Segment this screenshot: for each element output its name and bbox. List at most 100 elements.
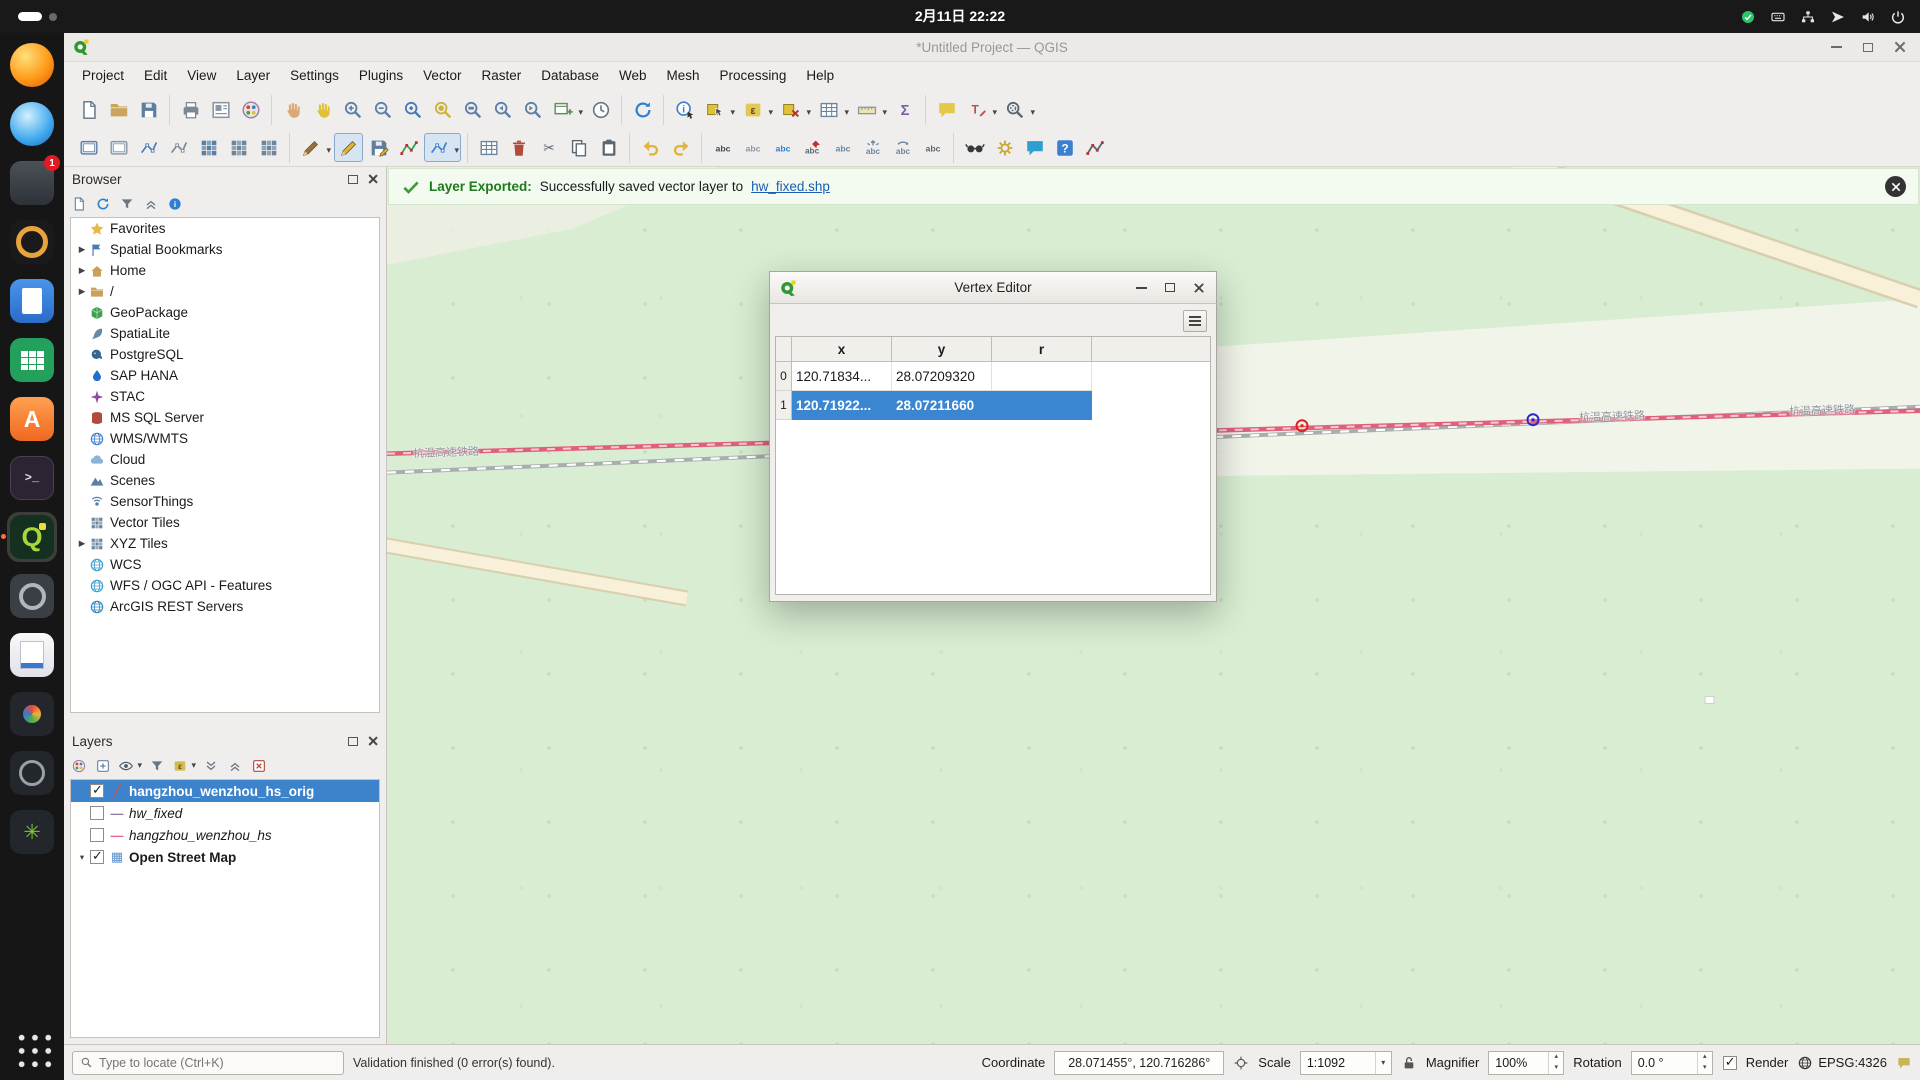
menu-item[interactable]: Settings (280, 62, 349, 90)
document-app[interactable] (7, 276, 57, 326)
layer-diagram-options[interactable] (738, 133, 767, 162)
magnifier-value[interactable]: 100% (1489, 1052, 1548, 1074)
show-applications-button[interactable] (12, 1028, 52, 1068)
volume-icon[interactable] (1860, 9, 1876, 25)
firefox[interactable] (7, 40, 57, 90)
measure[interactable] (852, 95, 889, 124)
messages-log-icon[interactable] (1896, 1055, 1912, 1071)
workspace-indicator[interactable] (18, 12, 57, 21)
float-panel-button[interactable] (348, 175, 358, 184)
spin-down-icon[interactable]: ▾ (1549, 1063, 1563, 1074)
menu-item[interactable]: Help (796, 62, 844, 90)
coordinate-input[interactable] (1054, 1051, 1224, 1075)
maximize-button[interactable] (1162, 280, 1178, 296)
menu-item[interactable]: Database (531, 62, 609, 90)
layer-visibility-checkbox[interactable] (90, 784, 104, 798)
render-toggle[interactable]: Render (1722, 1055, 1789, 1070)
extent-tracking-icon[interactable] (1233, 1055, 1249, 1071)
browser-item[interactable]: WMS/WMTS (71, 428, 379, 449)
statistical-summary[interactable] (890, 95, 919, 124)
maximize-button[interactable] (1860, 39, 1876, 55)
qgis[interactable]: Q (7, 512, 57, 562)
browser-item[interactable]: SpatiaLite (71, 323, 379, 344)
avoid-overlap[interactable] (254, 133, 283, 162)
select-by-expression[interactable] (738, 95, 775, 124)
menu-item[interactable]: Layer (226, 62, 280, 90)
vertex-row[interactable]: 0 120.71834... 28.07209320 (776, 362, 1210, 391)
open-project[interactable] (104, 95, 133, 124)
close-message-button[interactable] (1885, 176, 1906, 197)
network-icon[interactable] (1800, 9, 1816, 25)
undo[interactable] (636, 133, 665, 162)
browser-item[interactable]: STAC (71, 386, 379, 407)
crs-indicator[interactable]: EPSG:4326 (1797, 1055, 1887, 1071)
highlight-pinned-labels[interactable] (768, 133, 797, 162)
vertex-x-cell[interactable]: 120.71834... (792, 362, 892, 391)
digitize-with-segment[interactable] (134, 133, 163, 162)
rotation-spinbox[interactable]: 0.0 ° ▴▾ (1631, 1051, 1713, 1075)
close-panel-button[interactable] (368, 736, 378, 746)
expand-arrow-icon[interactable]: ▶ (75, 244, 89, 255)
browser-item[interactable]: Cloud (71, 449, 379, 470)
browser-item[interactable]: SensorThings (71, 491, 379, 512)
success-check-icon[interactable] (1740, 9, 1756, 25)
zoom-in[interactable] (338, 95, 367, 124)
layer-item[interactable]: — hw_fixed (71, 802, 379, 824)
current-edits[interactable] (296, 133, 333, 162)
cut-features[interactable] (534, 133, 563, 162)
expand-arrow-icon[interactable]: ▶ (75, 538, 89, 549)
vertex-tool-all-layers[interactable] (424, 133, 461, 162)
modify-attributes[interactable] (474, 133, 503, 162)
collapse-all-layers[interactable] (224, 755, 246, 777)
chevron-down-icon[interactable]: ▾ (1375, 1052, 1391, 1074)
browser-item[interactable]: WFS / OGC API - Features (71, 575, 379, 596)
zoom-to-selection[interactable] (428, 95, 457, 124)
collapse-all[interactable] (140, 193, 162, 215)
vertex-r-cell[interactable] (992, 362, 1092, 391)
layer-item[interactable]: ▾ ▦ Open Street Map (71, 846, 379, 868)
photos-app[interactable] (7, 689, 57, 739)
remove-layer[interactable] (248, 755, 270, 777)
new-map-view[interactable] (548, 95, 585, 124)
menu-item[interactable]: Processing (710, 62, 797, 90)
quickosm[interactable] (1020, 133, 1049, 162)
blue-orb-app[interactable] (7, 99, 57, 149)
layer-visibility-checkbox[interactable] (90, 806, 104, 820)
layer-item[interactable]: — hangzhou_wenzhou_hs (71, 824, 379, 846)
browser-item[interactable]: ▶ Spatial Bookmarks (71, 239, 379, 260)
scale-value[interactable]: 1:1092 (1301, 1056, 1375, 1070)
browser-item[interactable]: Scenes (71, 470, 379, 491)
advanced-digitizing-toolbar[interactable] (74, 133, 103, 162)
menu-item[interactable]: Raster (471, 62, 531, 90)
select-features[interactable] (700, 95, 737, 124)
render-checkbox[interactable] (1723, 1056, 1737, 1070)
panel-splitter[interactable] (64, 719, 386, 729)
browser-item[interactable]: Favorites (71, 218, 379, 239)
save-layer-edits[interactable] (364, 133, 393, 162)
browser-item[interactable]: MS SQL Server (71, 407, 379, 428)
vertex-y-cell[interactable]: 28.07211660 (892, 391, 992, 420)
browser-item[interactable]: PostgreSQL (71, 344, 379, 365)
zoom-full[interactable] (398, 95, 427, 124)
close-panel-button[interactable] (368, 174, 378, 184)
vertex-editor-titlebar[interactable]: Vertex Editor (770, 272, 1216, 304)
zoom-last[interactable] (488, 95, 517, 124)
help-contents[interactable] (1050, 133, 1079, 162)
close-button[interactable] (1892, 39, 1908, 55)
browser-item[interactable]: SAP HANA (71, 365, 379, 386)
move-label[interactable] (858, 133, 887, 162)
browser-item[interactable]: ▶ / (71, 281, 379, 302)
vertex-editor-menu-button[interactable] (1183, 310, 1207, 332)
ring-app[interactable] (7, 748, 57, 798)
identify-features[interactable] (670, 95, 699, 124)
show-properties-widget[interactable] (164, 193, 186, 215)
magnifier-spinbox[interactable]: 100% ▴▾ (1488, 1051, 1564, 1075)
browser-item[interactable]: ▶ Home (71, 260, 379, 281)
lock-scale-icon[interactable] (1401, 1055, 1417, 1071)
scale-combobox[interactable]: 1:1092 ▾ (1300, 1051, 1392, 1075)
active-workspace-pill[interactable] (18, 12, 42, 21)
cad-construction[interactable] (104, 133, 133, 162)
filter-legend[interactable] (146, 755, 168, 777)
temporal-controller[interactable] (586, 95, 615, 124)
close-button[interactable] (1191, 280, 1207, 296)
